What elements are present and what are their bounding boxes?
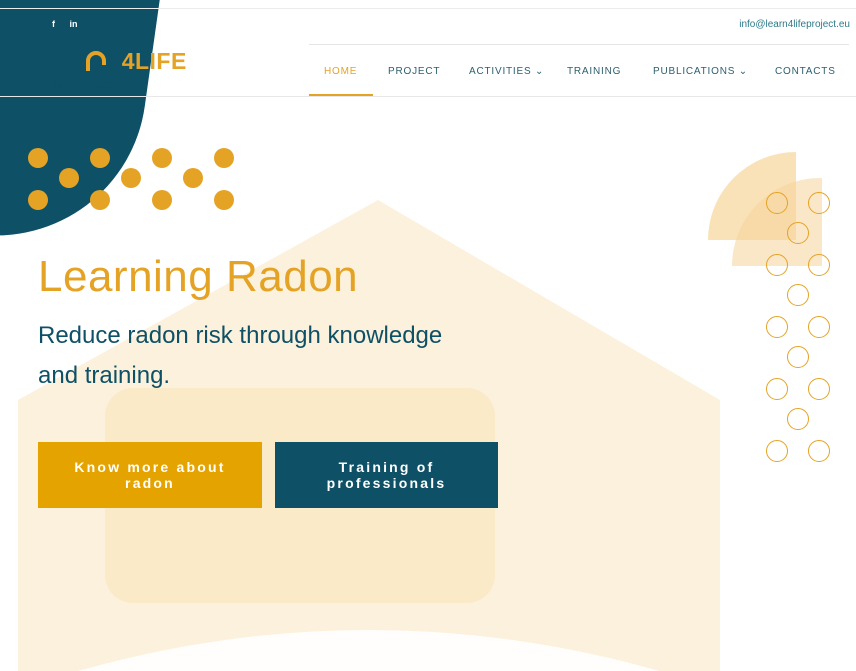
logo[interactable]: Lea n4LIFE [44, 48, 187, 74]
ring [787, 408, 809, 430]
nav-item-training[interactable]: TRAINING [567, 66, 621, 77]
training-button[interactable]: Training of professionals [275, 442, 498, 508]
top-border [0, 8, 856, 9]
logo-radon-icon [85, 51, 107, 73]
ring [808, 254, 830, 276]
ring [808, 440, 830, 462]
dot [59, 168, 79, 188]
ring [808, 378, 830, 400]
email-link[interactable]: info@learn4lifeproject.eu [739, 19, 850, 30]
nav-item-home[interactable]: HOME [324, 66, 357, 77]
dot [183, 168, 203, 188]
hero-subtitle: Reduce radon risk through knowledge and … [38, 322, 443, 389]
dot [121, 168, 141, 188]
nav-item-activities[interactable]: ACTIVITIES ⌄ [469, 66, 544, 77]
ring [766, 192, 788, 214]
hero-title: Learning Radon [38, 252, 359, 301]
header-divider [0, 96, 856, 97]
ring [766, 316, 788, 338]
ring [766, 378, 788, 400]
training-label: Training of professionals [326, 459, 447, 491]
dot [214, 190, 234, 210]
nav-divider [309, 44, 849, 45]
ring [766, 440, 788, 462]
ring [766, 254, 788, 276]
dot [28, 190, 48, 210]
logo-text-n: n [107, 48, 122, 74]
dot [90, 190, 110, 210]
facebook-icon[interactable]: f [46, 17, 61, 32]
dot [28, 148, 48, 168]
ring [787, 222, 809, 244]
linkedin-icon[interactable]: in [66, 17, 81, 32]
ring [808, 316, 830, 338]
nav-item-publications[interactable]: PUBLICATIONS ⌄ [653, 66, 748, 77]
logo-text-4life: 4LIFE [121, 48, 187, 74]
dot [152, 190, 172, 210]
ring [787, 284, 809, 306]
know-more-label: Know more about radon [74, 459, 226, 491]
logo-subtitle: Learning Radon [46, 80, 118, 91]
dot [152, 148, 172, 168]
ring [808, 192, 830, 214]
ring [787, 346, 809, 368]
nav-item-contacts[interactable]: CONTACTS [775, 66, 836, 77]
logo-text-lea: Lea [44, 48, 86, 74]
dot [90, 148, 110, 168]
dot [214, 148, 234, 168]
nav-item-project[interactable]: PROJECT [388, 66, 440, 77]
know-more-button[interactable]: Know more about radon [38, 442, 262, 508]
